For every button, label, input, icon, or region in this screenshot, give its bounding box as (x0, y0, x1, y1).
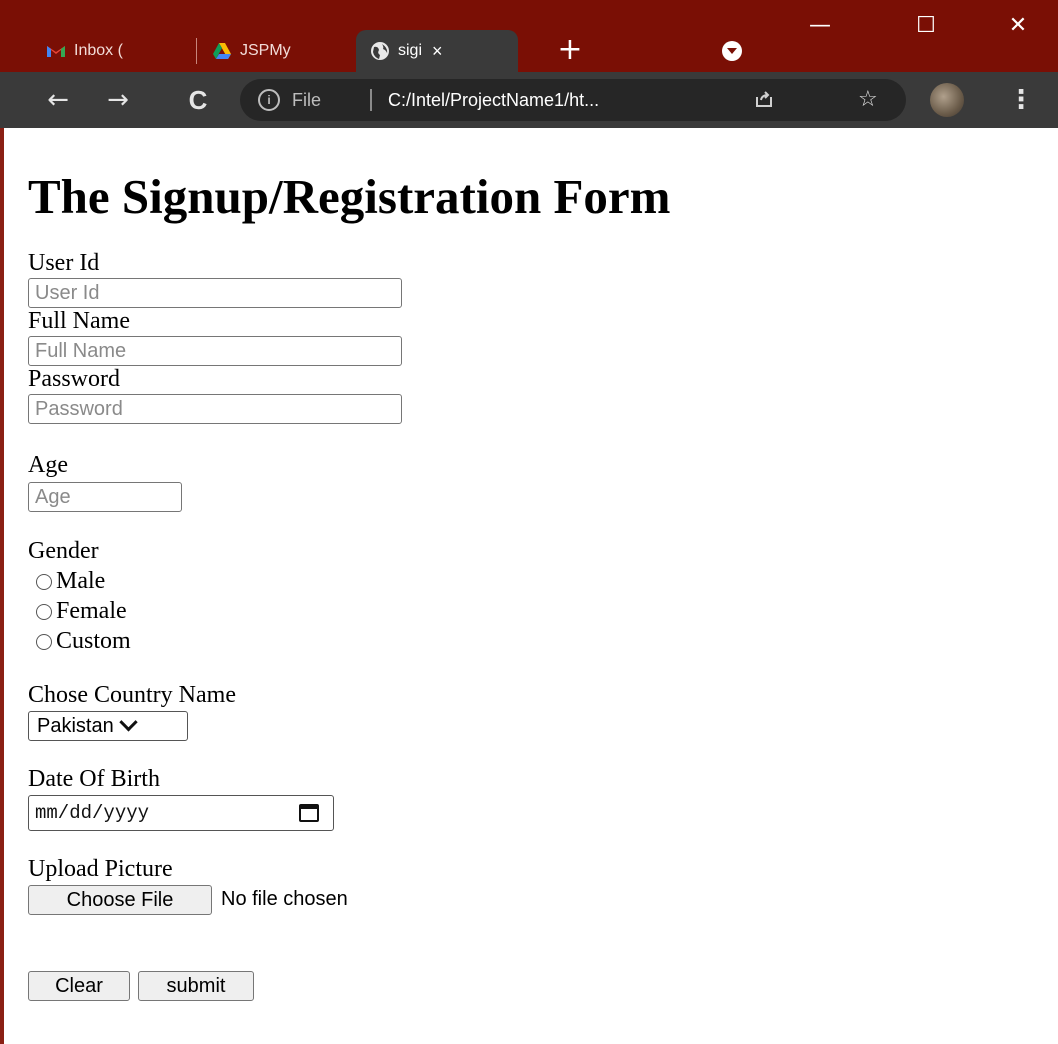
calendar-icon[interactable] (299, 804, 319, 822)
back-button[interactable]: ← (38, 80, 78, 120)
country-label: Chose Country Name (28, 682, 236, 708)
bookmark-star-icon[interactable]: ☆ (858, 85, 878, 115)
user-id-label: User Id (28, 250, 100, 276)
minimize-button[interactable]: — (800, 6, 840, 46)
reload-button[interactable]: C (178, 80, 218, 120)
dob-placeholder: mm/dd/yyyy (35, 802, 150, 824)
radio-label: Male (56, 568, 106, 594)
age-label: Age (28, 452, 68, 478)
clear-button[interactable]: Clear (28, 971, 130, 1001)
tab-signup-active[interactable]: sigi × (356, 30, 518, 72)
google-drive-icon (213, 43, 231, 59)
tab-jspmy[interactable]: JSPMy (212, 30, 342, 72)
tab-label: Inbox ( (74, 42, 123, 59)
tab-close-icon[interactable]: × (432, 41, 443, 62)
browser-toolbar: ← → C i File C:/Intel/ProjectName1/ht...… (0, 72, 1058, 128)
tab-inbox[interactable]: Inbox ( (46, 30, 174, 72)
radio-label: Custom (56, 628, 131, 654)
password-label: Password (28, 366, 121, 392)
country-select[interactable]: Pakistan (28, 711, 188, 741)
radio-label: Female (56, 598, 127, 624)
gender-option-custom[interactable]: Custom (36, 628, 131, 655)
radio-button[interactable] (36, 633, 52, 650)
browser-tab-strip: Inbox ( JSPMy sigi × + — ☐ ✕ (0, 0, 1058, 72)
gmail-icon (47, 46, 65, 57)
globe-icon (371, 42, 389, 60)
age-input[interactable] (28, 482, 182, 512)
maximize-button[interactable]: ☐ (906, 6, 946, 46)
radio-button[interactable] (36, 603, 52, 620)
gender-option-male[interactable]: Male (36, 568, 105, 595)
dob-label: Date Of Birth (28, 766, 160, 792)
tab-label: JSPMy (240, 42, 291, 59)
full-name-input[interactable] (28, 336, 402, 366)
close-window-button[interactable]: ✕ (998, 6, 1038, 46)
dob-input[interactable]: mm/dd/yyyy (28, 795, 334, 831)
new-tab-button[interactable]: + (555, 30, 585, 70)
upload-picture-label: Upload Picture (28, 856, 173, 882)
address-bar[interactable]: i File C:/Intel/ProjectName1/ht... ☆ (240, 79, 906, 121)
radio-button[interactable] (36, 573, 52, 590)
share-icon[interactable] (754, 89, 774, 109)
tab-separator (196, 38, 197, 64)
site-info-icon[interactable]: i (258, 89, 280, 111)
url-text[interactable]: C:/Intel/ProjectName1/ht... (388, 79, 599, 121)
page-title: The Signup/Registration Form (28, 169, 671, 224)
gender-option-female[interactable]: Female (36, 598, 127, 625)
tab-search-icon[interactable] (722, 41, 742, 61)
profile-avatar[interactable] (930, 83, 964, 117)
full-name-label: Full Name (28, 308, 130, 334)
file-status-text: No file chosen (221, 888, 348, 910)
choose-file-button[interactable]: Choose File (28, 885, 212, 915)
browser-menu-icon[interactable]: ⋮ (1008, 80, 1034, 120)
chevron-down-icon (119, 712, 138, 731)
scheme-label: File (292, 90, 322, 110)
window-border (0, 128, 4, 1044)
tab-label: sigi (398, 42, 423, 59)
address-divider (370, 89, 372, 111)
user-id-input[interactable] (28, 278, 402, 308)
country-selected-value: Pakistan (37, 714, 114, 737)
submit-button[interactable]: submit (138, 971, 254, 1001)
gender-label: Gender (28, 538, 99, 564)
forward-button[interactable]: → (98, 80, 138, 120)
password-input[interactable] (28, 394, 402, 424)
